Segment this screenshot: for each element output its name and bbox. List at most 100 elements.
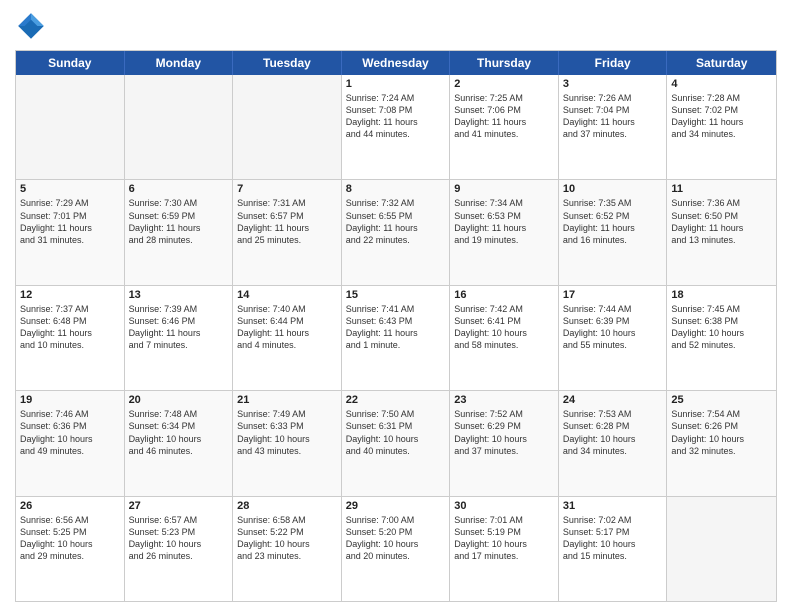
day-cell-14: 14 Sunrise: 7:40 AM Sunset: 6:44 PM Dayli… xyxy=(233,286,342,390)
day-info: Sunrise: 7:30 AM Sunset: 6:59 PM Dayligh… xyxy=(129,197,229,246)
day-cell-9: 9 Sunrise: 7:34 AM Sunset: 6:53 PM Daylig… xyxy=(450,180,559,284)
day-number: 18 xyxy=(671,289,772,301)
day-info: Sunrise: 7:40 AM Sunset: 6:44 PM Dayligh… xyxy=(237,303,337,352)
day-cell-4: 4 Sunrise: 7:28 AM Sunset: 7:02 PM Daylig… xyxy=(667,75,776,179)
day-number: 1 xyxy=(346,78,446,90)
day-info: Sunrise: 7:37 AM Sunset: 6:48 PM Dayligh… xyxy=(20,303,120,352)
day-info: Sunrise: 7:24 AM Sunset: 7:08 PM Dayligh… xyxy=(346,92,446,141)
day-number: 22 xyxy=(346,394,446,406)
day-number: 24 xyxy=(563,394,663,406)
day-number: 9 xyxy=(454,183,554,195)
day-cell-13: 13Sunrise: 7:39 AM Sunset: 6:46 PM Dayli… xyxy=(125,286,234,390)
day-number: 5 xyxy=(20,183,120,195)
day-info: Sunrise: 7:41 AM Sunset: 6:43 PM Dayligh… xyxy=(346,303,446,352)
day-number: 10 xyxy=(563,183,663,195)
day-cell-29: 29 Sunrise: 7:00 AM Sunset: 5:20 PM Dayli… xyxy=(342,497,451,601)
day-number: 19 xyxy=(20,394,120,406)
day-cell-8: 8 Sunrise: 7:32 AM Sunset: 6:55 PM Daylig… xyxy=(342,180,451,284)
day-number: 4 xyxy=(671,78,772,90)
empty-cell-0-0 xyxy=(16,75,125,179)
day-info: Sunrise: 7:50 AM Sunset: 6:31 PM Dayligh… xyxy=(346,408,446,457)
day-cell-17: 17 Sunrise: 7:44 AM Sunset: 6:39 PM Dayli… xyxy=(559,286,668,390)
day-cell-7: 7Sunrise: 7:31 AM Sunset: 6:57 PM Daylig… xyxy=(233,180,342,284)
day-info: Sunrise: 7:02 AM Sunset: 5:17 PM Dayligh… xyxy=(563,514,663,563)
day-info: Sunrise: 7:46 AM Sunset: 6:36 PM Dayligh… xyxy=(20,408,120,457)
calendar-row-4: 26 Sunrise: 6:56 AM Sunset: 5:25 PM Dayli… xyxy=(16,496,776,601)
day-cell-26: 26 Sunrise: 6:56 AM Sunset: 5:25 PM Dayli… xyxy=(16,497,125,601)
day-number: 11 xyxy=(671,183,772,195)
day-info: Sunrise: 7:36 AM Sunset: 6:50 PM Dayligh… xyxy=(671,197,772,246)
day-header-saturday: Saturday xyxy=(667,51,776,75)
day-info: Sunrise: 7:32 AM Sunset: 6:55 PM Dayligh… xyxy=(346,197,446,246)
day-number: 13 xyxy=(129,289,229,301)
day-cell-18: 18 Sunrise: 7:45 AM Sunset: 6:38 PM Dayli… xyxy=(667,286,776,390)
day-cell-28: 28 Sunrise: 6:58 AM Sunset: 5:22 PM Dayli… xyxy=(233,497,342,601)
day-info: Sunrise: 7:48 AM Sunset: 6:34 PM Dayligh… xyxy=(129,408,229,457)
day-info: Sunrise: 7:34 AM Sunset: 6:53 PM Dayligh… xyxy=(454,197,554,246)
day-number: 6 xyxy=(129,183,229,195)
day-info: Sunrise: 6:58 AM Sunset: 5:22 PM Dayligh… xyxy=(237,514,337,563)
day-cell-11: 11 Sunrise: 7:36 AM Sunset: 6:50 PM Dayli… xyxy=(667,180,776,284)
day-cell-20: 20 Sunrise: 7:48 AM Sunset: 6:34 PM Dayli… xyxy=(125,391,234,495)
day-info: Sunrise: 7:54 AM Sunset: 6:26 PM Dayligh… xyxy=(671,408,772,457)
day-info: Sunrise: 7:49 AM Sunset: 6:33 PM Dayligh… xyxy=(237,408,337,457)
day-cell-5: 5Sunrise: 7:29 AM Sunset: 7:01 PM Daylig… xyxy=(16,180,125,284)
day-cell-21: 21Sunrise: 7:49 AM Sunset: 6:33 PM Dayli… xyxy=(233,391,342,495)
day-number: 16 xyxy=(454,289,554,301)
logo-icon xyxy=(15,10,47,42)
day-cell-1: 1 Sunrise: 7:24 AM Sunset: 7:08 PM Daylig… xyxy=(342,75,451,179)
day-number: 7 xyxy=(237,183,337,195)
day-number: 8 xyxy=(346,183,446,195)
calendar-row-3: 19 Sunrise: 7:46 AM Sunset: 6:36 PM Dayli… xyxy=(16,390,776,495)
calendar: SundayMondayTuesdayWednesdayThursdayFrid… xyxy=(15,50,777,602)
day-info: Sunrise: 7:01 AM Sunset: 5:19 PM Dayligh… xyxy=(454,514,554,563)
day-number: 12 xyxy=(20,289,120,301)
calendar-body: 1 Sunrise: 7:24 AM Sunset: 7:08 PM Daylig… xyxy=(16,75,776,601)
day-cell-15: 15 Sunrise: 7:41 AM Sunset: 6:43 PM Dayli… xyxy=(342,286,451,390)
day-number: 27 xyxy=(129,500,229,512)
day-cell-22: 22 Sunrise: 7:50 AM Sunset: 6:31 PM Dayli… xyxy=(342,391,451,495)
day-info: Sunrise: 7:00 AM Sunset: 5:20 PM Dayligh… xyxy=(346,514,446,563)
day-number: 17 xyxy=(563,289,663,301)
day-cell-30: 30 Sunrise: 7:01 AM Sunset: 5:19 PM Dayli… xyxy=(450,497,559,601)
day-number: 20 xyxy=(129,394,229,406)
day-info: Sunrise: 7:45 AM Sunset: 6:38 PM Dayligh… xyxy=(671,303,772,352)
day-cell-3: 3 Sunrise: 7:26 AM Sunset: 7:04 PM Daylig… xyxy=(559,75,668,179)
day-info: Sunrise: 7:53 AM Sunset: 6:28 PM Dayligh… xyxy=(563,408,663,457)
day-info: Sunrise: 7:28 AM Sunset: 7:02 PM Dayligh… xyxy=(671,92,772,141)
day-info: Sunrise: 6:57 AM Sunset: 5:23 PM Dayligh… xyxy=(129,514,229,563)
day-cell-16: 16Sunrise: 7:42 AM Sunset: 6:41 PM Dayli… xyxy=(450,286,559,390)
day-header-monday: Monday xyxy=(125,51,234,75)
day-info: Sunrise: 7:35 AM Sunset: 6:52 PM Dayligh… xyxy=(563,197,663,246)
day-number: 31 xyxy=(563,500,663,512)
day-number: 3 xyxy=(563,78,663,90)
header xyxy=(15,10,777,42)
day-info: Sunrise: 7:25 AM Sunset: 7:06 PM Dayligh… xyxy=(454,92,554,141)
calendar-header: SundayMondayTuesdayWednesdayThursdayFrid… xyxy=(16,51,776,75)
day-number: 14 xyxy=(237,289,337,301)
empty-cell-4-6 xyxy=(667,497,776,601)
day-info: Sunrise: 7:44 AM Sunset: 6:39 PM Dayligh… xyxy=(563,303,663,352)
day-cell-25: 25 Sunrise: 7:54 AM Sunset: 6:26 PM Dayli… xyxy=(667,391,776,495)
day-info: Sunrise: 6:56 AM Sunset: 5:25 PM Dayligh… xyxy=(20,514,120,563)
calendar-row-2: 12 Sunrise: 7:37 AM Sunset: 6:48 PM Dayli… xyxy=(16,285,776,390)
day-cell-27: 27 Sunrise: 6:57 AM Sunset: 5:23 PM Dayli… xyxy=(125,497,234,601)
day-cell-10: 10 Sunrise: 7:35 AM Sunset: 6:52 PM Dayli… xyxy=(559,180,668,284)
day-header-thursday: Thursday xyxy=(450,51,559,75)
day-number: 23 xyxy=(454,394,554,406)
day-number: 25 xyxy=(671,394,772,406)
day-cell-19: 19 Sunrise: 7:46 AM Sunset: 6:36 PM Dayli… xyxy=(16,391,125,495)
day-number: 15 xyxy=(346,289,446,301)
day-cell-31: 31 Sunrise: 7:02 AM Sunset: 5:17 PM Dayli… xyxy=(559,497,668,601)
day-header-tuesday: Tuesday xyxy=(233,51,342,75)
day-number: 26 xyxy=(20,500,120,512)
day-info: Sunrise: 7:26 AM Sunset: 7:04 PM Dayligh… xyxy=(563,92,663,141)
logo xyxy=(15,10,51,42)
day-info: Sunrise: 7:52 AM Sunset: 6:29 PM Dayligh… xyxy=(454,408,554,457)
day-number: 30 xyxy=(454,500,554,512)
day-cell-2: 2Sunrise: 7:25 AM Sunset: 7:06 PM Daylig… xyxy=(450,75,559,179)
day-number: 29 xyxy=(346,500,446,512)
day-header-sunday: Sunday xyxy=(16,51,125,75)
day-number: 28 xyxy=(237,500,337,512)
page: SundayMondayTuesdayWednesdayThursdayFrid… xyxy=(0,0,792,612)
